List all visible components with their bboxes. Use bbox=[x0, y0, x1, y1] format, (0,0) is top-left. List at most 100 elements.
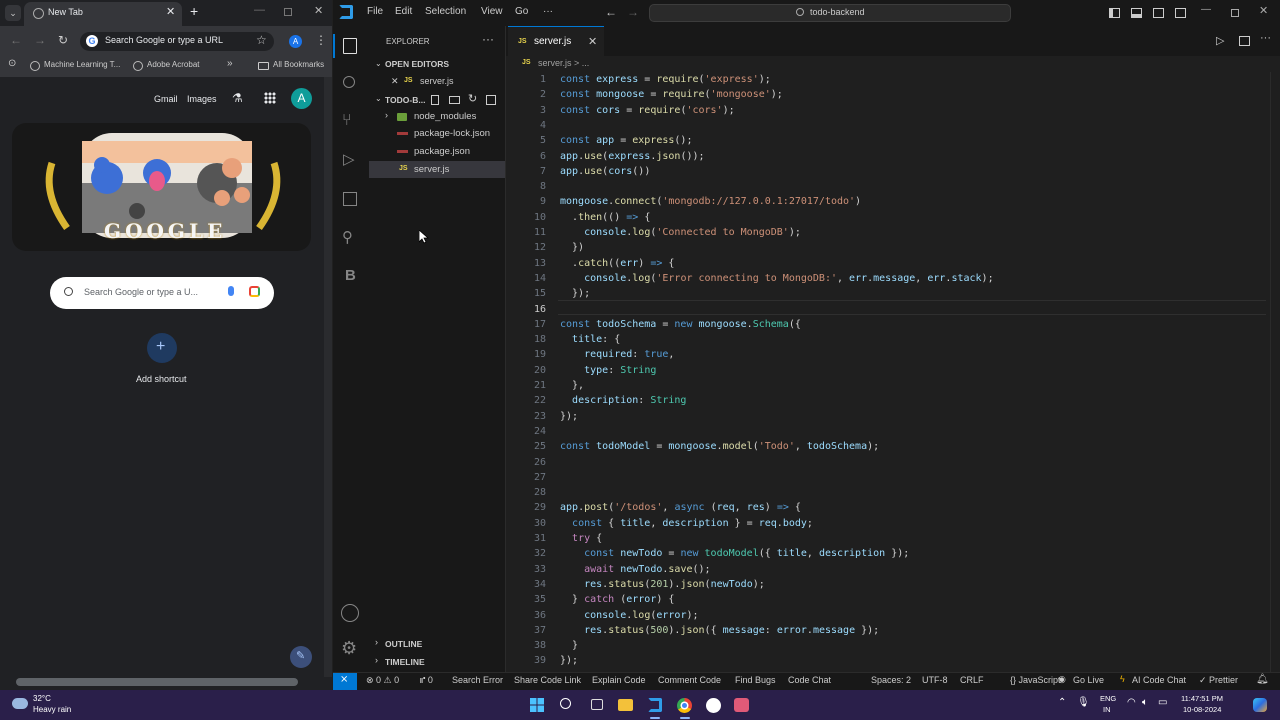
toggle-panel-icon[interactable] bbox=[1131, 8, 1142, 18]
taskbar-search-icon[interactable] bbox=[560, 698, 571, 709]
file-explorer-icon[interactable] bbox=[618, 699, 633, 711]
code-line[interactable]: 1 const express = require('express'); bbox=[506, 72, 1266, 87]
status-indentation[interactable]: Spaces: 2 bbox=[871, 675, 911, 685]
menu-more[interactable]: ··· bbox=[543, 6, 553, 17]
nav-back-icon[interactable]: ← bbox=[605, 5, 617, 19]
back-icon[interactable]: ← bbox=[10, 33, 22, 47]
more-bookmarks-icon[interactable]: » bbox=[227, 58, 233, 69]
chrome-menu-icon[interactable]: ⋮ bbox=[315, 33, 327, 47]
toggle-secondary-sidebar-icon[interactable] bbox=[1153, 8, 1164, 18]
tree-item-node-modules[interactable]: › node_modules bbox=[369, 108, 505, 125]
explorer-icon[interactable] bbox=[343, 38, 357, 54]
toggle-sidebar-icon[interactable] bbox=[1109, 8, 1120, 18]
code-line[interactable]: 32 const newTodo = new todoModel({ title… bbox=[506, 546, 1266, 561]
code-line[interactable]: 13 .catch((err) => { bbox=[506, 256, 1266, 271]
code-line[interactable]: 4 bbox=[506, 118, 1266, 133]
tree-item-package-json[interactable]: package.json bbox=[369, 143, 505, 160]
status-encoding[interactable]: UTF-8 bbox=[922, 675, 948, 685]
new-folder-icon[interactable] bbox=[449, 96, 460, 104]
code-line[interactable]: 3 const cors = require('cors'); bbox=[506, 103, 1266, 118]
ntp-profile-avatar[interactable]: A bbox=[291, 88, 312, 109]
code-line[interactable]: 36 console.log(error); bbox=[506, 608, 1266, 623]
code-line[interactable]: 8 bbox=[506, 179, 1266, 194]
code-line[interactable]: 31 try { bbox=[506, 531, 1266, 546]
close-editor-icon[interactable]: ✕ bbox=[391, 76, 399, 87]
status-find-bugs[interactable]: Find Bugs bbox=[735, 675, 776, 685]
apps-icon[interactable]: ⊙ bbox=[8, 58, 16, 69]
run-debug-icon[interactable]: ▷ bbox=[343, 150, 355, 168]
weather-condition[interactable]: Heavy rain bbox=[33, 705, 71, 714]
tray-chevron-icon[interactable]: ⌃ bbox=[1058, 697, 1066, 708]
close-tab-icon[interactable]: ✕ bbox=[166, 5, 175, 18]
microphone-icon[interactable]: 🎙︎ bbox=[1077, 697, 1090, 708]
code-line[interactable]: 7 app.use(cors()) bbox=[506, 164, 1266, 179]
copilot-icon[interactable] bbox=[1253, 698, 1267, 712]
maximize-button[interactable] bbox=[1231, 9, 1239, 17]
gmail-link[interactable]: Gmail bbox=[154, 94, 178, 104]
refresh-icon[interactable]: ↻ bbox=[468, 92, 477, 105]
outline-section[interactable]: OUTLINE bbox=[385, 639, 422, 649]
search-icon[interactable] bbox=[343, 76, 355, 88]
code-line[interactable]: 38 } bbox=[506, 638, 1266, 653]
status-comment-code[interactable]: Comment Code bbox=[658, 675, 721, 685]
language-code[interactable]: ENG bbox=[1100, 694, 1116, 703]
code-line[interactable]: 22 description: String bbox=[506, 393, 1266, 408]
reload-icon[interactable]: ↻ bbox=[58, 33, 68, 47]
recorder-app-icon[interactable] bbox=[734, 698, 749, 712]
tab-new-tab[interactable]: New Tab ✕ bbox=[24, 2, 182, 26]
code-line[interactable]: 12 }) bbox=[506, 240, 1266, 255]
nav-forward-icon[interactable]: → bbox=[627, 5, 639, 19]
new-file-icon[interactable] bbox=[431, 95, 439, 105]
forward-icon[interactable]: → bbox=[34, 33, 46, 47]
all-bookmarks[interactable]: All Bookmarks bbox=[273, 60, 324, 69]
status-share-code-link[interactable]: Share Code Link bbox=[514, 675, 581, 685]
status-ai-code-chat[interactable]: AI Code Chat bbox=[1132, 675, 1186, 685]
weather-cloud-icon[interactable] bbox=[12, 698, 28, 709]
clock-date[interactable]: 10-08-2024 bbox=[1183, 705, 1221, 714]
status-prettier[interactable]: ✓ Prettier bbox=[1199, 675, 1238, 686]
tab-server-js[interactable]: JS server.js ✕ bbox=[508, 26, 604, 56]
customize-chrome-button[interactable]: ✎ bbox=[290, 646, 312, 668]
code-line[interactable]: 26 bbox=[506, 455, 1266, 470]
code-editor[interactable]: 1 const express = require('express'); 2 con… bbox=[506, 72, 1266, 672]
maximize-button[interactable] bbox=[284, 8, 292, 16]
close-window-button[interactable]: ✕ bbox=[1259, 4, 1268, 17]
code-line[interactable]: 34 res.status(201).json(newTodo); bbox=[506, 577, 1266, 592]
remote-explorer-icon[interactable]: ⚲ bbox=[342, 228, 353, 246]
code-line[interactable]: 17 const todoSchema = new mongoose.Schema… bbox=[506, 317, 1266, 332]
menu-view[interactable]: View bbox=[481, 6, 503, 17]
profile-avatar[interactable]: A bbox=[289, 35, 302, 48]
ntp-search-box[interactable]: Search Google or type a U... bbox=[50, 277, 274, 309]
code-line[interactable]: 37 res.status(500).json({ message: error… bbox=[506, 623, 1266, 638]
open-editors-header[interactable]: OPEN EDITORS bbox=[385, 59, 449, 69]
tab-search-button[interactable]: ⌄ bbox=[5, 5, 21, 21]
windows-start-icon[interactable] bbox=[530, 698, 544, 712]
menu-go[interactable]: Go bbox=[515, 6, 528, 17]
labs-flask-icon[interactable]: ⚗ bbox=[232, 91, 243, 105]
notifications-bell-icon[interactable]: 🔔︎ bbox=[1256, 674, 1269, 685]
more-actions-icon[interactable]: ··· bbox=[482, 32, 494, 46]
bookmark-item[interactable]: Machine Learning T... bbox=[44, 60, 120, 69]
code-line[interactable]: 35 } catch (error) { bbox=[506, 592, 1266, 607]
code-line[interactable]: 25 const todoModel = mongoose.model('Todo… bbox=[506, 439, 1266, 454]
run-file-icon[interactable]: ▷ bbox=[1216, 34, 1224, 47]
command-center[interactable]: todo-backend bbox=[649, 4, 1011, 22]
code-line[interactable]: 11 console.log('Connected to MongoDB'); bbox=[506, 225, 1266, 240]
settings-gear-icon[interactable]: ⚙ bbox=[341, 638, 357, 659]
task-view-icon[interactable] bbox=[591, 699, 603, 710]
code-line[interactable]: 29 app.post('/todos', async (req, res) =>… bbox=[506, 500, 1266, 515]
code-line[interactable]: 2 const mongoose = require('mongoose'); bbox=[506, 87, 1266, 102]
status-search-error[interactable]: Search Error bbox=[452, 675, 503, 685]
code-line[interactable]: 33 await newTodo.save(); bbox=[506, 562, 1266, 577]
bookmark-item[interactable]: Adobe Acrobat bbox=[147, 60, 199, 69]
extensions-icon[interactable] bbox=[343, 192, 357, 206]
status-eol[interactable]: CRLF bbox=[960, 675, 984, 685]
open-editor-item[interactable]: server.js bbox=[420, 76, 454, 86]
region-code[interactable]: IN bbox=[1103, 705, 1111, 714]
code-line[interactable]: 19 required: true, bbox=[506, 347, 1266, 362]
google-doodle[interactable]: GOOGLE bbox=[12, 123, 311, 251]
battery-icon[interactable]: ▭ bbox=[1158, 697, 1167, 708]
vscode-taskbar-icon[interactable] bbox=[648, 698, 662, 712]
code-line[interactable]: 9 mongoose.connect('mongodb://127.0.0.1:2… bbox=[506, 194, 1266, 209]
new-tab-button[interactable]: + bbox=[190, 3, 198, 19]
